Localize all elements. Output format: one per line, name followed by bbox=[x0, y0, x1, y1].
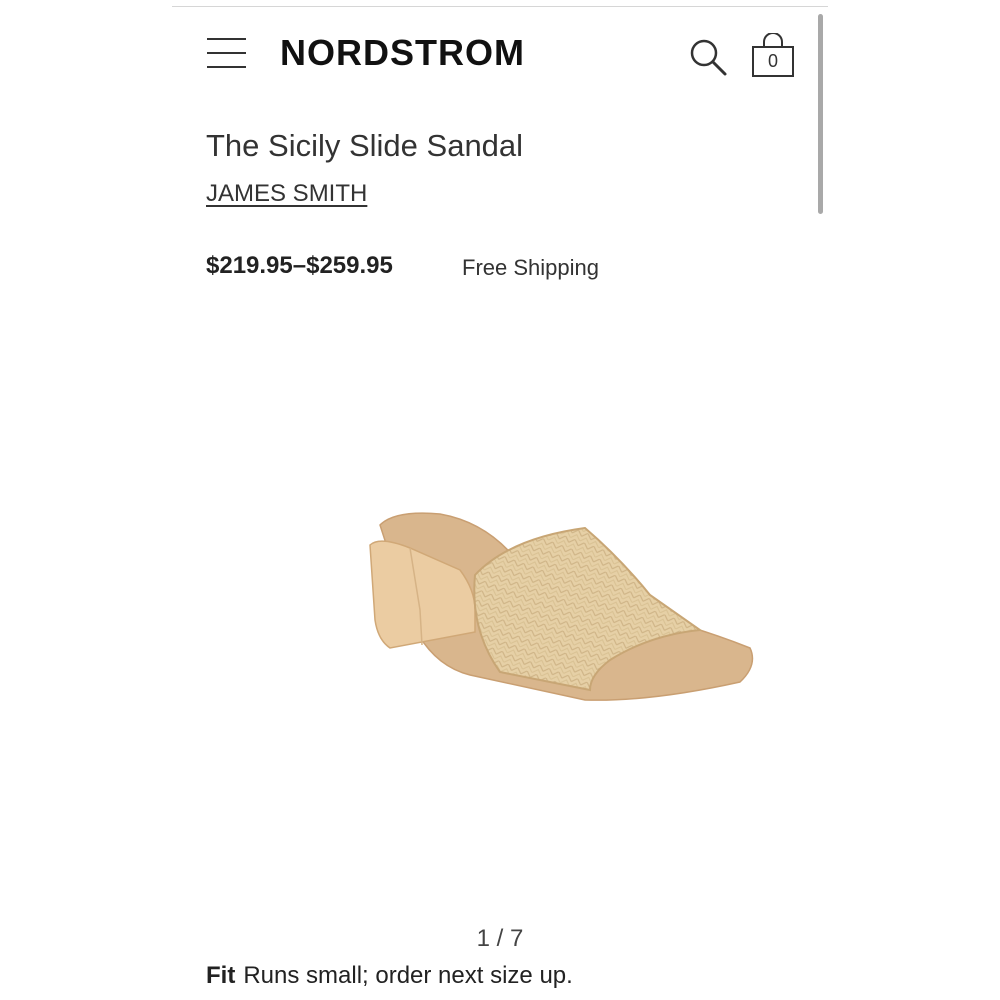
search-icon[interactable] bbox=[688, 37, 730, 79]
product-title: The Sicily Slide Sandal bbox=[206, 128, 524, 163]
shopping-bag-icon[interactable]: 0 bbox=[750, 32, 796, 79]
site-logo[interactable]: NORDSTROM bbox=[280, 32, 525, 74]
brand-link[interactable]: JAMES SMITH bbox=[206, 180, 367, 208]
shipping-info: Free Shipping bbox=[462, 255, 599, 280]
bag-count: 0 bbox=[767, 51, 778, 71]
fit-info: Fit Runs small; order next size up. bbox=[206, 962, 573, 990]
fit-text: Runs small; order next size up. bbox=[243, 962, 573, 989]
fit-label: Fit bbox=[206, 962, 236, 989]
scrollbar[interactable] bbox=[818, 14, 823, 214]
product-image[interactable] bbox=[350, 500, 770, 725]
top-divider bbox=[172, 6, 828, 7]
menu-icon[interactable] bbox=[207, 38, 247, 70]
image-counter: 1 / 7 bbox=[476, 925, 524, 952]
price-range: $219.95–$259.95 bbox=[206, 252, 393, 279]
